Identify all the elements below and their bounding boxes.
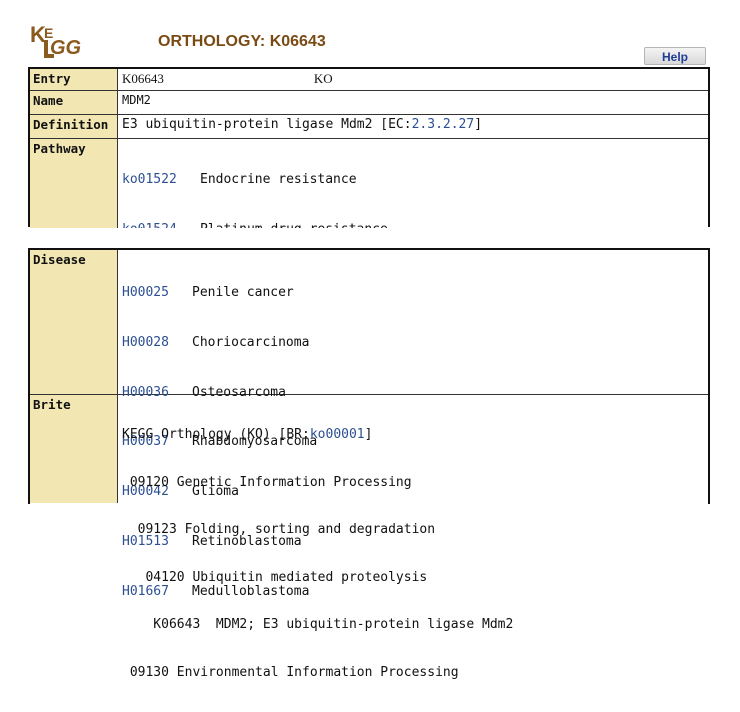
pathway-link[interactable]: ko01524 [122,220,200,228]
disease-link[interactable]: H00028 [122,333,192,353]
brite-label: Brite [30,395,118,503]
entry-type: KO [313,71,333,86]
brite-link[interactable]: ko00001 [310,427,365,442]
pathway-label: Pathway [30,139,118,228]
pathway-item: ko01524Platinum drug resistance [122,220,708,228]
entry-table-top: Entry K06643 KO Name MDM2 Definition E3 u… [28,67,710,228]
page-title: ORTHOLOGY: K06643 [158,33,326,50]
entry-label: Entry [30,69,118,90]
name-row: Name MDM2 [30,91,708,115]
definition-label: Definition [30,115,118,138]
svg-text:GG: GG [50,37,81,59]
brite-row: Brite KEGG Orthology (KO) [BR:ko00001] 0… [30,395,708,680]
disease-item: H00025 Penile cancer [122,283,708,303]
brite-line: 09120 Genetic Information Processing [122,474,412,490]
ec-link[interactable]: 2.3.2.27 [412,117,475,132]
definition-value: E3 ubiquitin-protein ligase Mdm2 [EC:2.3… [122,117,483,132]
disease-link[interactable]: H00025 [122,283,192,303]
definition-row: Definition E3 ubiquitin-protein ligase M… [30,115,708,139]
entry-row: Entry K06643 KO [30,69,708,91]
disease-row: Disease H00025 Penile cancer H00028 Chorio… [30,250,708,599]
name-value: MDM2 [122,93,151,107]
entry-id: K06643 [122,71,164,86]
pathway-item: ko01522 Endocrine resistance [122,170,708,190]
disease-list: H00025 Penile cancer H00028 Choriocarcinom… [118,250,708,599]
disease-item: H00028 Choriocarcinoma [122,333,708,353]
entry-table-bottom: Disease H00025 Penile cancer H00028 Chorio… [28,248,710,680]
entry-value: K06643 KO [118,69,708,90]
disease-label: Disease [30,250,118,394]
brite-root: KEGG Orthology (KO) [BR:ko00001] [122,427,373,442]
pathway-list: ko01522Endocrine resistance ko01524Plati… [118,139,708,228]
brite-line: K06643 MDM2; E3 ubiquitin-protein ligase… [122,617,514,633]
pathway-row: Pathway ko01522Endocrine resistance ko01… [30,139,708,228]
pathway-link[interactable]: ko01522 [122,170,200,190]
brite-hierarchy: KEGG Orthology (KO) [BR:ko00001] 09120 G… [118,395,708,680]
brite-line: 04120 Ubiquitin mediated proteolysis [122,569,428,585]
name-label: Name [30,91,118,114]
brite-line: 09130 Environmental Information Processi… [122,664,459,680]
help-button[interactable]: Help [644,47,706,65]
kegg-logo: K E GG [30,22,81,59]
